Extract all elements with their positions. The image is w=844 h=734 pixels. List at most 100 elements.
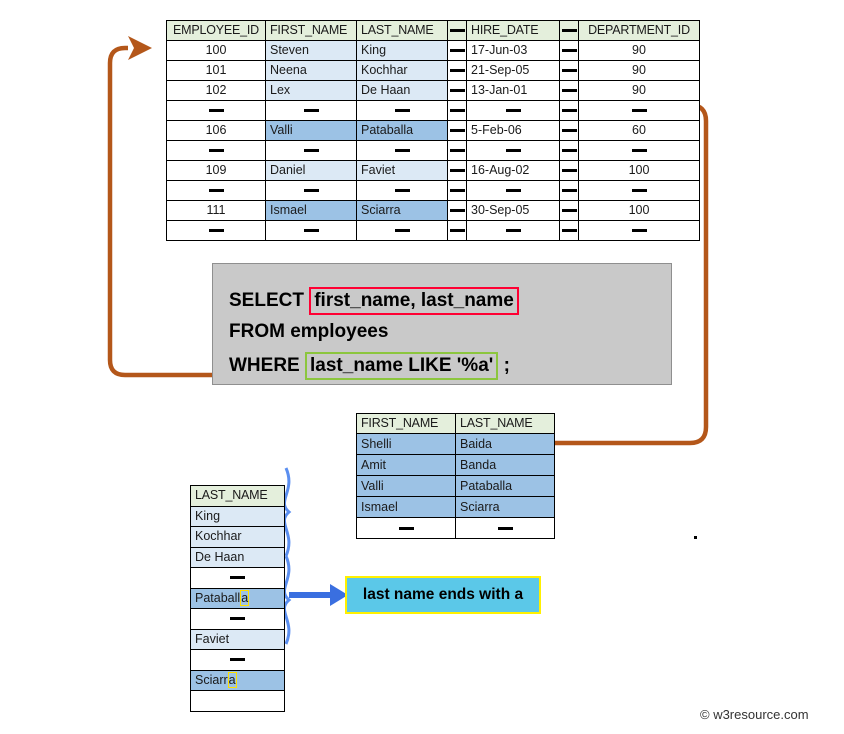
dash-glyph xyxy=(449,129,465,132)
dash-glyph xyxy=(631,189,647,192)
cell-hire-date xyxy=(466,180,560,201)
dash-glyph xyxy=(449,49,465,52)
dash-glyph xyxy=(208,229,224,232)
cell-last-name: King xyxy=(356,40,448,61)
table-row: Valli Pataballa xyxy=(356,475,555,497)
highlighted-trailing-letter: a xyxy=(240,589,250,606)
cell-last-name xyxy=(190,608,285,630)
table-row xyxy=(356,517,555,539)
cell-separator-1 xyxy=(447,180,467,201)
result-table-body: Shelli Baida Amit Banda Valli Pataballa Ismael… xyxy=(356,433,555,539)
cell-last-name: King xyxy=(190,505,285,527)
dash-glyph xyxy=(208,189,224,192)
cell-result-last-name: Sciarra xyxy=(455,496,555,518)
cell-separator-2 xyxy=(559,160,579,181)
cell-separator-2 xyxy=(559,200,579,221)
cell-last-name xyxy=(190,649,285,671)
dash-glyph xyxy=(398,527,414,530)
cell-last-name xyxy=(356,220,448,241)
dash-glyph xyxy=(561,129,577,132)
cell-hire-date xyxy=(466,220,560,241)
table-row: Faviet xyxy=(190,628,285,650)
dash-glyph xyxy=(631,109,647,112)
cell-employee-id xyxy=(166,100,266,121)
cell-separator-2 xyxy=(559,120,579,141)
brace-path xyxy=(283,467,292,645)
th-separator-2 xyxy=(559,20,579,41)
table-row: 106 Valli Pataballa 5-Feb-06 60 xyxy=(166,120,700,141)
left-connector-arrowhead xyxy=(128,36,152,60)
cell-last-name xyxy=(356,140,448,161)
cell-result-first-name: Ismael xyxy=(356,496,456,518)
th-department-id: DEPARTMENT_ID xyxy=(578,20,700,41)
dash-glyph xyxy=(561,149,577,152)
table-row: Amit Banda xyxy=(356,454,555,476)
cell-separator-1 xyxy=(447,120,467,141)
dash-glyph xyxy=(561,209,577,212)
cell-employee-id: 109 xyxy=(166,160,266,181)
dash-glyph xyxy=(505,229,521,232)
sql-line-select: SELECT first_name, last_name xyxy=(229,287,519,315)
dash-glyph xyxy=(230,576,245,579)
stray-dot xyxy=(694,536,697,539)
table-row: Pataballa xyxy=(190,587,285,609)
cell-department-id xyxy=(578,140,700,161)
cell-separator-1 xyxy=(447,100,467,121)
dash-glyph xyxy=(561,189,577,192)
dash-glyph xyxy=(449,69,465,72)
sql-statement-panel: SELECT first_name, last_name FROM employ… xyxy=(212,263,672,385)
cell-hire-date xyxy=(466,140,560,161)
watermark-w3resource: © w3resource.com xyxy=(700,707,809,722)
cell-last-name: De Haan xyxy=(356,80,448,101)
sql-keyword-where: WHERE xyxy=(229,355,300,376)
table-row: Kochhar xyxy=(190,526,285,548)
cell-result-last-name: Baida xyxy=(455,433,555,455)
cell-separator-1 xyxy=(447,60,467,81)
sql-where-condition-highlight: last_name LIKE '%a' xyxy=(305,352,499,380)
cell-first-name: Lex xyxy=(265,80,357,101)
cell-employee-id xyxy=(166,220,266,241)
cell-department-id xyxy=(578,220,700,241)
cell-department-id xyxy=(578,100,700,121)
table-row: Shelli Baida xyxy=(356,433,555,455)
cell-employee-id xyxy=(166,140,266,161)
dash-glyph xyxy=(230,617,245,620)
table-row xyxy=(190,608,285,630)
table-row xyxy=(190,567,285,589)
dash-glyph xyxy=(303,229,319,232)
employees-table-body: 100 Steven King 17-Jun-03 90 101 Neena Kochhar 2… xyxy=(166,40,700,241)
sql-line-from: FROM employees xyxy=(229,321,389,342)
table-row xyxy=(190,690,285,712)
cell-employee-id: 100 xyxy=(166,40,266,61)
cell-department-id: 100 xyxy=(578,200,700,221)
table-row xyxy=(166,180,700,201)
cell-first-name xyxy=(265,180,357,201)
cell-separator-1 xyxy=(447,40,467,61)
cell-result-first-name: Shelli xyxy=(356,433,456,455)
th-result-first-name: FIRST_NAME xyxy=(356,413,456,434)
cell-first-name: Daniel xyxy=(265,160,357,181)
sql-line-where: WHERE last_name LIKE '%a' ; xyxy=(229,352,510,380)
dash-glyph xyxy=(561,49,577,52)
cell-last-name: Faviet xyxy=(190,628,285,650)
dash-glyph xyxy=(449,189,465,192)
table-row: De Haan xyxy=(190,546,285,568)
cell-department-id: 90 xyxy=(578,80,700,101)
dash-glyph xyxy=(561,169,577,172)
lastname-table-body: King Kochhar De Haan Pataballa Faviet Sciarra xyxy=(190,505,285,712)
cell-first-name: Valli xyxy=(265,120,357,141)
cell-employee-id: 106 xyxy=(166,120,266,141)
cell-last-name: De Haan xyxy=(190,546,285,568)
cell-result-last-name xyxy=(455,517,555,539)
dash-glyph xyxy=(394,149,410,152)
cell-department-id: 90 xyxy=(578,40,700,61)
dash-glyph xyxy=(561,29,577,32)
table-row xyxy=(190,649,285,671)
dash-glyph xyxy=(505,109,521,112)
dash-glyph xyxy=(303,189,319,192)
dash-glyph xyxy=(394,229,410,232)
cell-separator-2 xyxy=(559,60,579,81)
table-row: 100 Steven King 17-Jun-03 90 xyxy=(166,40,700,61)
cell-last-name: Sciarra xyxy=(190,669,285,691)
cell-separator-2 xyxy=(559,140,579,161)
